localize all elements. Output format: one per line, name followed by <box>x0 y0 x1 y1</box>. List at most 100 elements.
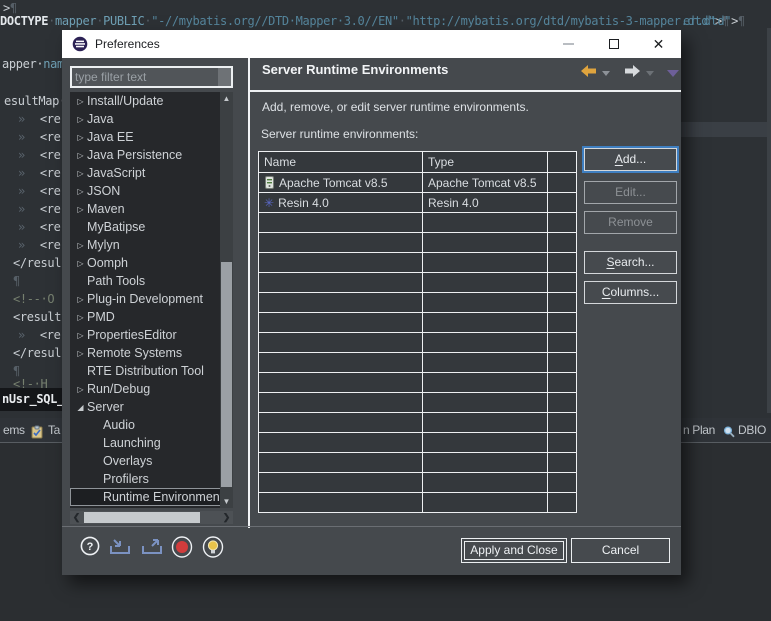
tree-item-launching[interactable]: Launching <box>70 434 233 452</box>
tree-horizontal-scrollbar[interactable]: ❮ ❯ <box>70 511 233 524</box>
tree-item-label: Oomph <box>87 256 128 270</box>
preferences-dialog: Preferences ✕ ▷Install/Update▷Java▷Java … <box>62 30 681 575</box>
tab-problems-partial[interactable]: ems <box>3 418 25 442</box>
chevron-collapsed-icon[interactable]: ▷ <box>74 187 87 196</box>
tree-item-overlays[interactable]: Overlays <box>70 452 233 470</box>
help-button[interactable]: ? <box>80 536 100 556</box>
chevron-collapsed-icon[interactable]: ▷ <box>74 241 87 250</box>
chevron-collapsed-icon[interactable]: ▷ <box>74 97 87 106</box>
code-fragment: </resul <box>13 256 61 270</box>
chevron-collapsed-icon[interactable]: ▷ <box>74 259 87 268</box>
column-header[interactable]: Name <box>259 152 423 172</box>
chevron-collapsed-icon[interactable]: ▷ <box>74 313 87 322</box>
tree-item-install-update[interactable]: ▷Install/Update <box>70 92 233 110</box>
tree-item-audio[interactable]: Audio <box>70 416 233 434</box>
close-button[interactable]: ✕ <box>636 30 681 58</box>
scroll-right-icon[interactable]: ❯ <box>220 511 233 524</box>
chevron-collapsed-icon[interactable]: ▷ <box>74 205 87 214</box>
table-empty-row <box>259 392 576 412</box>
tree-item-java-ee[interactable]: ▷Java EE <box>70 128 233 146</box>
minimize-button[interactable] <box>546 30 591 58</box>
tree-item-java[interactable]: ▷Java <box>70 110 233 128</box>
tree-item-label: Plug-in Development <box>87 292 203 306</box>
tree-item-maven[interactable]: ▷Maven <box>70 200 233 218</box>
tree-item-mybatipse[interactable]: MyBatipse <box>70 218 233 236</box>
cell-empty <box>548 253 576 272</box>
search-button[interactable]: Search... <box>584 251 677 274</box>
cell-empty <box>548 333 576 352</box>
tree-item-propertieseditor[interactable]: ▷PropertiesEditor <box>70 326 233 344</box>
table-empty-row <box>259 452 576 472</box>
cancel-button[interactable]: Cancel <box>571 538 670 563</box>
table-empty-row <box>259 212 576 232</box>
cell-type: Apache Tomcat v8.5 <box>423 173 548 192</box>
cell-empty <box>259 213 423 232</box>
cell-empty <box>548 493 576 512</box>
tree-item-path-tools[interactable]: Path Tools <box>70 272 233 290</box>
tree-item-mylyn[interactable]: ▷Mylyn <box>70 236 233 254</box>
table-row[interactable]: ✳Resin 4.0Resin 4.0 <box>259 192 576 212</box>
scroll-thumb[interactable] <box>221 262 232 487</box>
cell-empty <box>423 213 548 232</box>
panel-divider[interactable] <box>248 58 250 528</box>
table-row[interactable]: Apache Tomcat v8.5Apache Tomcat v8.5 <box>259 172 576 192</box>
cell-empty <box>259 493 423 512</box>
add-button[interactable]: Add... <box>584 148 677 171</box>
dialog-titlebar[interactable]: Preferences ✕ <box>62 30 681 58</box>
tree-item-run-debug[interactable]: ▷Run/Debug <box>70 380 233 398</box>
forward-arrow-icon[interactable] <box>624 64 641 83</box>
scroll-up-icon[interactable]: ▲ <box>220 92 233 105</box>
tab-dbio-partial[interactable]: DBIO <box>738 418 766 442</box>
tree-vertical-scrollbar[interactable]: ▲ ▼ <box>220 92 233 508</box>
chevron-collapsed-icon[interactable]: ▷ <box>74 331 87 340</box>
tree-item-server[interactable]: ◢Server <box>70 398 233 416</box>
tree-item-runtime-environments[interactable]: Runtime Environments <box>70 488 233 506</box>
chevron-collapsed-icon[interactable]: ▷ <box>74 151 87 160</box>
tree-item-javascript[interactable]: ▷JavaScript <box>70 164 233 182</box>
back-dropdown-icon[interactable] <box>602 71 610 76</box>
filter-input[interactable] <box>72 68 231 86</box>
tree-item-java-persistence[interactable]: ▷Java Persistence <box>70 146 233 164</box>
scroll-thumb[interactable] <box>84 512 200 523</box>
chevron-collapsed-icon[interactable]: ▷ <box>74 133 87 142</box>
cell-empty <box>423 233 548 252</box>
tree-item-pmd[interactable]: ▷PMD <box>70 308 233 326</box>
tree-item-rte-distribution-tool[interactable]: RTE Distribution Tool <box>70 362 233 380</box>
cell-empty <box>423 273 548 292</box>
cell-empty <box>423 253 548 272</box>
history-nav <box>580 64 679 83</box>
chevron-collapsed-icon[interactable]: ▷ <box>74 349 87 358</box>
columns-button[interactable]: Columns... <box>584 281 677 304</box>
chevron-collapsed-icon[interactable]: ▷ <box>74 295 87 304</box>
scroll-down-icon[interactable]: ▼ <box>220 495 233 508</box>
scroll-left-icon[interactable]: ❮ <box>70 511 83 524</box>
tree-item-plug-in-development[interactable]: ▷Plug-in Development <box>70 290 233 308</box>
back-arrow-icon[interactable] <box>580 64 597 83</box>
chevron-expanded-icon[interactable]: ◢ <box>74 403 87 412</box>
record-button[interactable] <box>171 536 193 558</box>
chevron-collapsed-icon[interactable]: ▷ <box>74 385 87 394</box>
cell-empty <box>548 393 576 412</box>
editor-scrollbar[interactable] <box>767 28 771 413</box>
tree-item-oomph[interactable]: ▷Oomph <box>70 254 233 272</box>
tab-tasks-partial[interactable]: Ta <box>48 418 60 442</box>
tab-execution-plan-partial[interactable]: n Plan <box>683 418 715 442</box>
tree-item-json[interactable]: ▷JSON <box>70 182 233 200</box>
editor-file-tab[interactable]: nUsr_SQL_m <box>0 388 65 411</box>
tree-item-profilers[interactable]: Profilers <box>70 470 233 488</box>
chevron-collapsed-icon[interactable]: ▷ <box>74 115 87 124</box>
tree-item-label: MyBatipse <box>87 220 145 234</box>
column-header[interactable]: Type <box>423 152 548 172</box>
export-button[interactable] <box>140 536 164 556</box>
cell-type: Resin 4.0 <box>423 193 548 212</box>
lightbulb-button[interactable] <box>202 536 224 558</box>
forward-dropdown-icon[interactable] <box>646 71 654 76</box>
pages-dropdown-icon[interactable] <box>667 70 679 77</box>
column-header[interactable] <box>548 152 576 172</box>
tree-item-remote-systems[interactable]: ▷Remote Systems <box>70 344 233 362</box>
import-button[interactable] <box>108 536 132 556</box>
maximize-button[interactable] <box>591 30 636 58</box>
chevron-collapsed-icon[interactable]: ▷ <box>74 169 87 178</box>
apply-and-close-button[interactable]: Apply and Close <box>461 538 567 563</box>
tree-item-label: Remote Systems <box>87 346 182 360</box>
